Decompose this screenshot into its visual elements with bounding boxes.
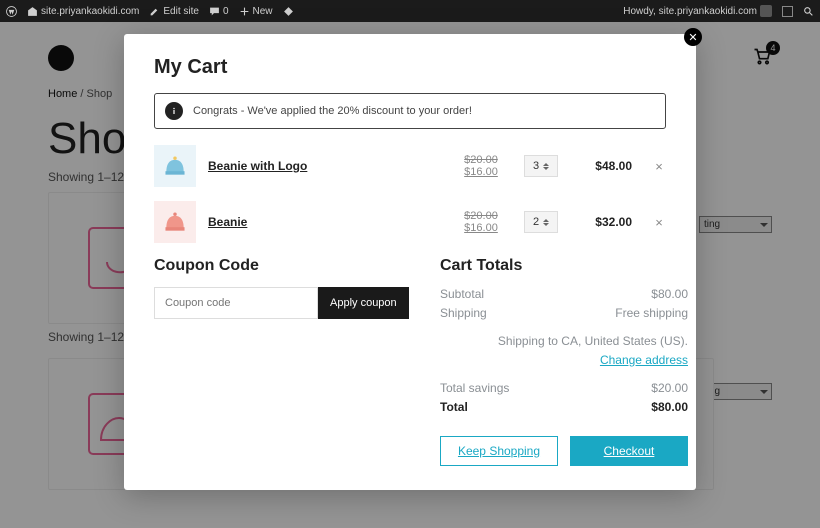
wp-site-name[interactable]: site.priyankaokidi.com <box>27 6 139 17</box>
wp-edit-site[interactable]: Edit site <box>149 6 199 17</box>
cart-modal: ✕ My Cart Congrats - We've applied the 2… <box>124 34 696 490</box>
wp-search-icon[interactable] <box>803 6 814 17</box>
ship-to-text: Shipping to CA, United States (US). <box>440 334 688 348</box>
wp-fullscreen-icon[interactable] <box>782 6 793 17</box>
line-total: $48.00 <box>570 159 632 173</box>
product-name-link[interactable]: Beanie with Logo <box>208 159 438 173</box>
cart-item: Beanie with Logo $20.00$16.00 3 $48.00 × <box>154 145 666 187</box>
close-icon[interactable]: ✕ <box>684 28 702 46</box>
notice-text: Congrats - We've applied the 20% discoun… <box>193 105 472 117</box>
wp-logo[interactable] <box>6 6 17 17</box>
change-address-link[interactable]: Change address <box>600 353 688 367</box>
cart-item: Beanie $20.00$16.00 2 $32.00 × <box>154 201 666 243</box>
total-row: Total$80.00 <box>440 400 688 414</box>
coupon-input[interactable] <box>154 287 318 319</box>
quantity-stepper[interactable]: 3 <box>524 155 558 177</box>
info-icon <box>165 102 183 120</box>
price-col: $20.00$16.00 <box>450 154 512 178</box>
wp-diamond-icon[interactable] <box>283 6 294 17</box>
checkout-button[interactable]: Checkout <box>570 436 688 466</box>
wp-howdy[interactable]: Howdy, site.priyankaokidi.com <box>623 5 772 17</box>
shipping-row: ShippingFree shipping <box>440 306 688 320</box>
wp-new[interactable]: New <box>239 6 273 17</box>
wp-admin-bar: site.priyankaokidi.com Edit site 0 New H… <box>0 0 820 22</box>
wp-comments[interactable]: 0 <box>209 6 229 17</box>
line-total: $32.00 <box>570 215 632 229</box>
product-name-link[interactable]: Beanie <box>208 215 438 229</box>
quantity-stepper[interactable]: 2 <box>524 211 558 233</box>
apply-coupon-button[interactable]: Apply coupon <box>318 287 409 319</box>
discount-notice: Congrats - We've applied the 20% discoun… <box>154 93 666 129</box>
totals-heading: Cart Totals <box>440 257 688 275</box>
product-thumb[interactable] <box>154 145 196 187</box>
price-col: $20.00$16.00 <box>450 210 512 234</box>
remove-item-button[interactable]: × <box>652 215 666 229</box>
product-thumb[interactable] <box>154 201 196 243</box>
remove-item-button[interactable]: × <box>652 159 666 173</box>
avatar <box>760 5 772 17</box>
coupon-heading: Coupon Code <box>154 257 400 275</box>
cart-title: My Cart <box>154 56 666 79</box>
keep-shopping-button[interactable]: Keep Shopping <box>440 436 558 466</box>
subtotal-row: Subtotal$80.00 <box>440 287 688 301</box>
savings-row: Total savings$20.00 <box>440 381 688 395</box>
